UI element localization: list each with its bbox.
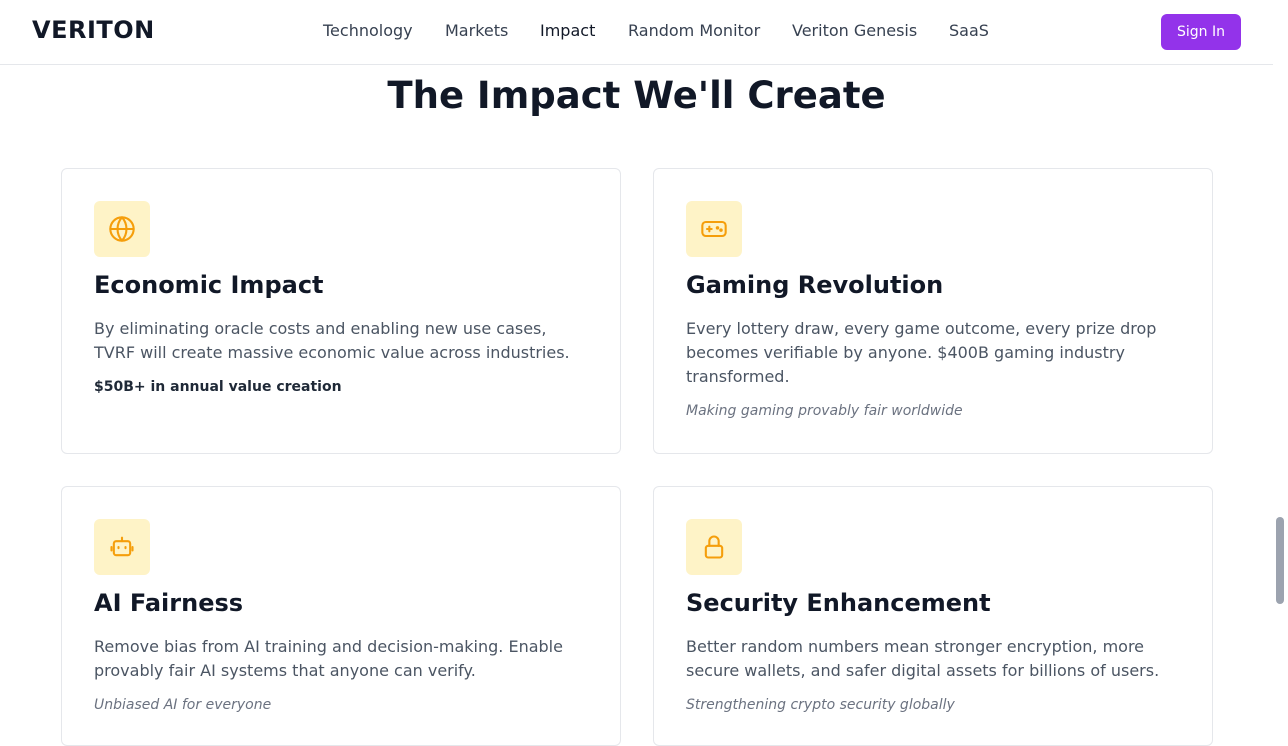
site-header: VERITON Technology Markets Impact Random… (0, 0, 1273, 65)
card-tagline: Making gaming provably fair worldwide (686, 403, 963, 419)
card-title: Gaming Revolution (686, 271, 944, 299)
lock-icon (686, 519, 742, 575)
nav-item-technology[interactable]: Technology (323, 21, 413, 40)
card-highlight: $50B+ in annual value creation (94, 379, 342, 395)
impact-card-ai: AI Fairness Remove bias from AI training… (61, 486, 621, 746)
card-tagline: Strengthening crypto security globally (686, 697, 955, 713)
card-description: By eliminating oracle costs and enabling… (94, 319, 570, 362)
card-description: Better random numbers mean stronger encr… (686, 637, 1160, 680)
sign-in-button[interactable]: Sign In (1161, 14, 1241, 50)
scrollbar-track[interactable] (1273, 0, 1288, 712)
main-nav: Technology Markets Impact Random Monitor… (0, 21, 1273, 43)
card-description: Remove bias from AI training and decisio… (94, 637, 563, 680)
card-title: AI Fairness (94, 589, 244, 617)
impact-card-gaming: Gaming Revolution Every lottery draw, ev… (653, 168, 1213, 454)
nav-item-markets[interactable]: Markets (445, 21, 508, 40)
nav-item-impact[interactable]: Impact (540, 21, 595, 40)
card-tagline: Unbiased AI for everyone (94, 697, 272, 713)
impact-card-security: Security Enhancement Better random numbe… (653, 486, 1213, 746)
gamepad-icon (686, 201, 742, 257)
nav-item-veriton-genesis[interactable]: Veriton Genesis (792, 21, 917, 40)
card-title: Economic Impact (94, 271, 324, 299)
globe-icon (94, 201, 150, 257)
scrollbar-thumb[interactable] (1276, 517, 1284, 604)
robot-icon (94, 519, 150, 575)
nav-item-saas[interactable]: SaaS (949, 21, 989, 40)
card-description: Every lottery draw, every game outcome, … (686, 319, 1157, 386)
section-title: The Impact We'll Create (387, 74, 886, 117)
nav-item-random-monitor[interactable]: Random Monitor (628, 21, 760, 40)
impact-card-economic: Economic Impact By eliminating oracle co… (61, 168, 621, 454)
card-title: Security Enhancement (686, 589, 991, 617)
